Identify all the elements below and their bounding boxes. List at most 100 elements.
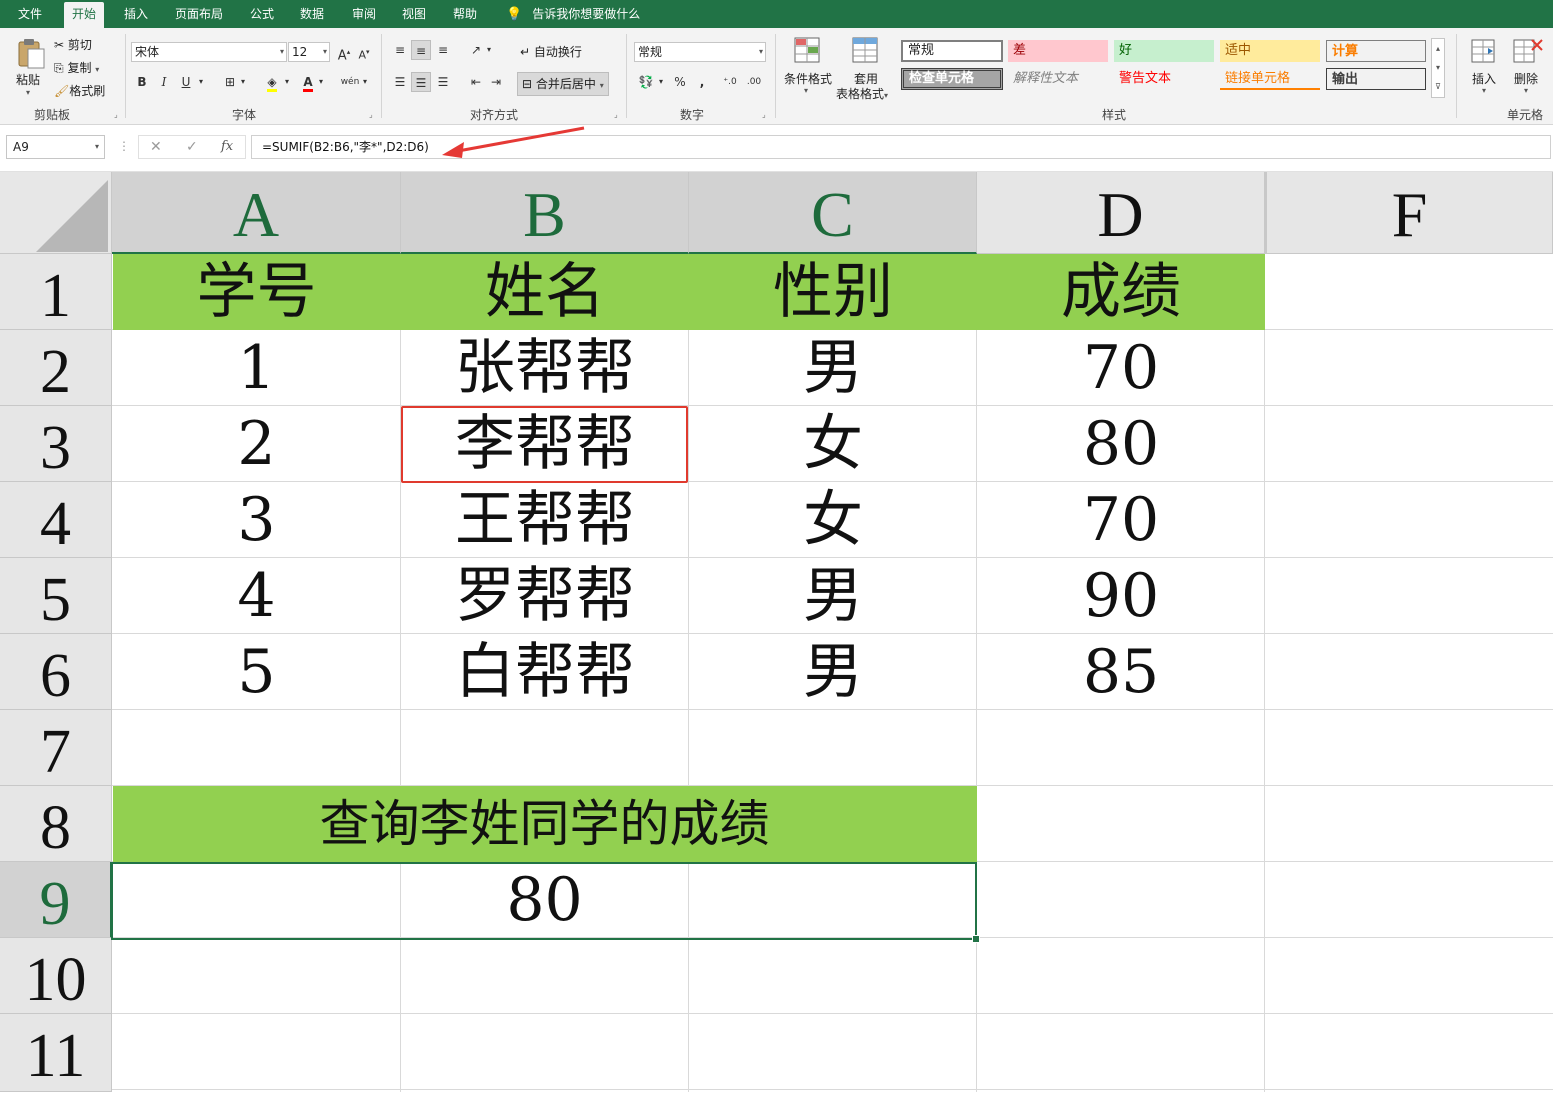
tell-me-search[interactable]: 💡 告诉我你想要做什么 — [506, 0, 640, 28]
font-color-dropdown-icon[interactable]: ▾ — [316, 72, 326, 92]
font-name-select[interactable]: 宋体 ▾ — [131, 42, 287, 62]
style-linked-cell[interactable]: 链接单元格 — [1220, 68, 1320, 90]
cell-c3[interactable]: 女 — [689, 406, 977, 482]
cell-d5[interactable]: 90 — [977, 558, 1265, 634]
paste-label[interactable]: 粘贴 — [16, 71, 40, 88]
fill-handle[interactable] — [972, 935, 980, 943]
increase-font-button[interactable]: A▴ — [334, 42, 354, 63]
table-format-label-2[interactable]: 表格格式▾ — [836, 85, 888, 102]
cell-d6[interactable]: 85 — [977, 634, 1265, 710]
tab-insert[interactable]: 插入 — [116, 0, 156, 28]
decrease-indent-icon[interactable]: ⇤ — [466, 72, 486, 92]
align-bottom-icon[interactable]: ≡ — [433, 40, 453, 60]
cell-c4[interactable]: 女 — [689, 482, 977, 558]
align-center-icon[interactable]: ☰ — [411, 72, 431, 92]
phonetic-dropdown-icon[interactable]: ▾ — [360, 72, 370, 92]
align-middle-icon[interactable]: ≡ — [411, 40, 431, 60]
query-label-cell[interactable]: 查询李姓同学的成绩 — [112, 786, 977, 862]
row-header-4[interactable]: 4 — [0, 482, 112, 558]
row-header-2[interactable]: 2 — [0, 330, 112, 406]
font-color-icon[interactable]: A — [298, 72, 318, 92]
fill-color-icon[interactable]: ◈ — [262, 72, 282, 92]
cell-a3[interactable]: 2 — [112, 406, 401, 482]
column-header-d[interactable]: D — [977, 172, 1265, 254]
clipboard-launcher-icon[interactable]: ⌟ — [114, 110, 118, 119]
row-header-7[interactable]: 7 — [0, 710, 112, 786]
orientation-icon[interactable]: ↗ — [466, 40, 486, 60]
cell-c1[interactable]: 性别 — [689, 254, 977, 330]
more-styles-icon[interactable]: ⊽ — [1432, 77, 1444, 96]
fill-dropdown-icon[interactable]: ▾ — [282, 72, 292, 92]
cell-a5[interactable]: 4 — [112, 558, 401, 634]
cut-button[interactable]: ✂ 剪切 — [54, 36, 92, 53]
cell-c5[interactable]: 男 — [689, 558, 977, 634]
bold-button[interactable]: B — [132, 72, 152, 92]
orientation-dropdown-icon[interactable]: ▾ — [484, 40, 494, 60]
copy-button[interactable]: ⎘ 复制 ▾ — [54, 59, 99, 76]
styles-scroll[interactable]: ▴ ▾ ⊽ — [1431, 38, 1445, 98]
style-normal[interactable]: 常规 — [901, 40, 1003, 62]
italic-button[interactable]: I — [154, 72, 174, 92]
number-launcher-icon[interactable]: ⌟ — [762, 110, 766, 119]
tab-formulas[interactable]: 公式 — [242, 0, 282, 28]
align-right-icon[interactable]: ☰ — [433, 72, 453, 92]
border-icon[interactable]: ⊞ — [220, 72, 240, 92]
tab-page-layout[interactable]: 页面布局 — [167, 0, 231, 28]
tab-view[interactable]: 视图 — [394, 0, 434, 28]
cell-a4[interactable]: 3 — [112, 482, 401, 558]
border-dropdown-icon[interactable]: ▾ — [238, 72, 248, 92]
row-header-5[interactable]: 5 — [0, 558, 112, 634]
align-top-icon[interactable]: ≡ — [390, 40, 410, 60]
row-header-10[interactable]: 10 — [0, 938, 112, 1014]
merge-center-button[interactable]: ⊟ 合并后居中 ▾ — [517, 72, 609, 96]
cell-c6[interactable]: 男 — [689, 634, 977, 710]
align-left-icon[interactable]: ☰ — [390, 72, 410, 92]
cell-b2[interactable]: 张帮帮 — [401, 330, 689, 406]
currency-icon[interactable]: 💱 — [636, 72, 656, 92]
font-launcher-icon[interactable]: ⌟ — [369, 110, 373, 119]
cell-d1[interactable]: 成绩 — [977, 254, 1265, 330]
tab-review[interactable]: 审阅 — [344, 0, 384, 28]
cell-a1[interactable]: 学号 — [112, 254, 401, 330]
style-bad[interactable]: 差 — [1008, 40, 1108, 62]
row-header-9[interactable]: 9 — [0, 862, 112, 938]
formula-bar-grip-icon[interactable]: ⋮ — [118, 139, 130, 153]
wrap-text-button[interactable]: ↵ 自动换行 — [520, 43, 582, 60]
cancel-icon[interactable]: ✕ — [150, 136, 162, 158]
cell-c2[interactable]: 男 — [689, 330, 977, 406]
underline-dropdown-icon[interactable]: ▾ — [196, 72, 206, 92]
insert-cells-label[interactable]: 插入 — [1472, 70, 1496, 87]
conditional-format-label[interactable]: 条件格式 — [784, 70, 832, 87]
scroll-up-icon[interactable]: ▴ — [1432, 39, 1444, 58]
tab-home[interactable]: 开始 — [64, 2, 105, 28]
underline-button[interactable]: U — [176, 72, 196, 92]
select-all-corner[interactable] — [0, 172, 112, 254]
percent-button[interactable]: % — [670, 72, 690, 92]
row-header-11[interactable]: 11 — [0, 1014, 112, 1092]
worksheet-grid[interactable]: A B C D F 1 2 3 4 5 6 7 8 9 10 11 学号 姓名 … — [0, 172, 1553, 1092]
chevron-down-icon[interactable]: ▾ — [1482, 86, 1486, 95]
cell-a2[interactable]: 1 — [112, 330, 401, 406]
conditional-format-icon[interactable] — [793, 36, 823, 66]
row-header-1[interactable]: 1 — [0, 254, 112, 330]
cell-d2[interactable]: 70 — [977, 330, 1265, 406]
row-header-3[interactable]: 3 — [0, 406, 112, 482]
font-size-select[interactable]: 12 ▾ — [288, 42, 330, 62]
tab-help[interactable]: 帮助 — [445, 0, 485, 28]
currency-dropdown-icon[interactable]: ▾ — [656, 72, 666, 92]
copy-dropdown-icon[interactable]: ▾ — [95, 65, 99, 74]
scroll-down-icon[interactable]: ▾ — [1432, 58, 1444, 77]
chevron-down-icon[interactable]: ▾ — [1524, 86, 1528, 95]
style-output[interactable]: 输出 — [1326, 68, 1426, 90]
decrease-decimal-icon[interactable]: .00 — [744, 72, 764, 92]
alignment-launcher-icon[interactable]: ⌟ — [614, 110, 618, 119]
row-header-6[interactable]: 6 — [0, 634, 112, 710]
style-neutral[interactable]: 适中 — [1220, 40, 1320, 62]
cell-b4[interactable]: 王帮帮 — [401, 482, 689, 558]
increase-indent-icon[interactable]: ⇥ — [486, 72, 506, 92]
cell-b5[interactable]: 罗帮帮 — [401, 558, 689, 634]
decrease-font-button[interactable]: A▾ — [354, 42, 374, 62]
chevron-down-icon[interactable]: ▾ — [804, 86, 808, 95]
active-cell-selection[interactable] — [111, 862, 977, 940]
paste-dropdown-icon[interactable]: ▾ — [26, 88, 30, 97]
